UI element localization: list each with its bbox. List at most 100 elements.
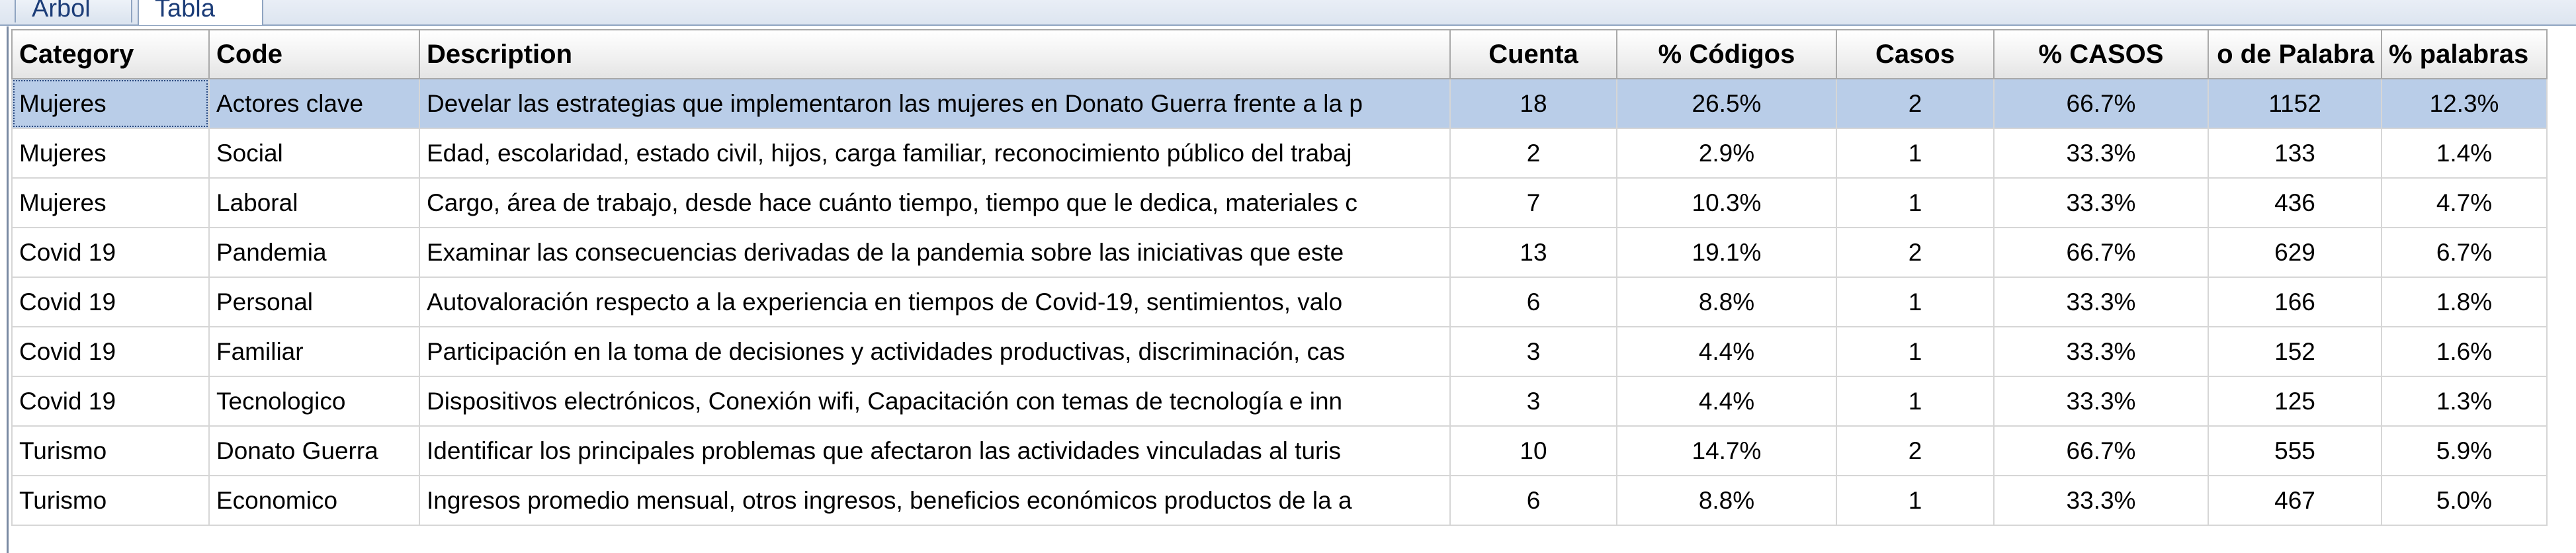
casos-cell: 1 — [1836, 326, 1995, 377]
table-body: Mujeres Actores clave Develar las estrateg… — [11, 78, 2548, 526]
casos-cell: 1 — [1836, 128, 1995, 179]
table-row[interactable]: Covid 19 Familiar Participación en la toma… — [11, 326, 2548, 377]
pct-palabras-cell: 12.3% — [2381, 78, 2548, 129]
category-cell: Mujeres — [11, 128, 210, 179]
description-cell: Examinar las consecuencias derivadas de … — [419, 227, 1451, 278]
pct-codigos-cell: 26.5% — [1616, 78, 1837, 129]
column-header-num-palabras[interactable]: o de Palabra — [2208, 29, 2382, 79]
num-palabras-cell: 629 — [2208, 227, 2382, 278]
description-cell: Participación en la toma de decisiones y… — [419, 326, 1451, 377]
casos-cell: 2 — [1836, 78, 1995, 129]
table-row[interactable]: Covid 19 Personal Autovaloración respecto … — [11, 276, 2548, 327]
column-header-code[interactable]: Code — [208, 29, 420, 79]
tab-tabla[interactable]: Tabla — [138, 0, 263, 25]
category-cell: Covid 19 — [11, 276, 210, 327]
code-cell: Economico — [208, 475, 420, 526]
num-palabras-cell: 133 — [2208, 128, 2382, 179]
cuenta-cell: 6 — [1449, 276, 1617, 327]
num-palabras-cell: 152 — [2208, 326, 2382, 377]
pct-casos-cell: 33.3% — [1993, 376, 2209, 427]
cuenta-cell: 10 — [1449, 425, 1617, 476]
category-cell: Covid 19 — [11, 376, 210, 427]
column-header-pct-codigos[interactable]: % Códigos — [1616, 29, 1837, 79]
pct-casos-cell: 33.3% — [1993, 326, 2209, 377]
cuenta-cell: 7 — [1449, 177, 1617, 228]
pct-codigos-cell: 10.3% — [1616, 177, 1837, 228]
cuenta-cell: 13 — [1449, 227, 1617, 278]
pct-palabras-cell: 4.7% — [2381, 177, 2548, 228]
casos-cell: 1 — [1836, 376, 1995, 427]
table-row[interactable]: Turismo Donato Guerra Identificar los prin… — [11, 425, 2548, 476]
pct-casos-cell: 33.3% — [1993, 177, 2209, 228]
pct-palabras-cell: 1.8% — [2381, 276, 2548, 327]
pct-casos-cell: 33.3% — [1993, 128, 2209, 179]
pct-palabras-cell: 1.3% — [2381, 376, 2548, 427]
app-window: Arbol Tabla Category Code Description Cu… — [0, 0, 2576, 553]
num-palabras-cell: 555 — [2208, 425, 2382, 476]
column-header-casos[interactable]: Casos — [1836, 29, 1995, 79]
pct-casos-cell: 33.3% — [1993, 475, 2209, 526]
num-palabras-cell: 125 — [2208, 376, 2382, 427]
cuenta-cell: 18 — [1449, 78, 1617, 129]
column-header-pct-casos[interactable]: % CASOS — [1993, 29, 2209, 79]
table-row[interactable]: Mujeres Actores clave Develar las estrateg… — [11, 78, 2548, 129]
category-cell: Covid 19 — [11, 227, 210, 278]
column-header-pct-palabras[interactable]: % palabras — [2381, 29, 2548, 79]
pct-casos-cell: 33.3% — [1993, 276, 2209, 327]
pct-palabras-cell: 5.0% — [2381, 475, 2548, 526]
column-header-num-palabras-label: o de Palabra — [2217, 39, 2374, 69]
pct-casos-cell: 66.7% — [1993, 227, 2209, 278]
casos-cell: 1 — [1836, 177, 1995, 228]
tab-arbol[interactable]: Arbol — [15, 0, 132, 22]
code-cell: Actores clave — [208, 78, 420, 129]
column-header-cuenta[interactable]: Cuenta — [1449, 29, 1617, 79]
description-cell: Ingresos promedio mensual, otros ingreso… — [419, 475, 1451, 526]
header-row: Category Code Description Cuenta % Códig… — [11, 29, 2548, 79]
casos-cell: 1 — [1836, 475, 1995, 526]
pct-codigos-cell: 14.7% — [1616, 425, 1837, 476]
pct-codigos-cell: 4.4% — [1616, 326, 1837, 377]
category-cell: Turismo — [11, 425, 210, 476]
cuenta-cell: 3 — [1449, 326, 1617, 377]
table-row[interactable]: Mujeres Laboral Cargo, área de trabajo, de… — [11, 177, 2548, 228]
table-row[interactable]: Turismo Economico Ingresos promedio mensua… — [11, 475, 2548, 526]
pct-palabras-cell: 5.9% — [2381, 425, 2548, 476]
table-row[interactable]: Covid 19 Pandemia Examinar las consecuenci… — [11, 227, 2548, 278]
pct-casos-cell: 66.7% — [1993, 78, 2209, 129]
category-cell: Turismo — [11, 475, 210, 526]
casos-cell: 2 — [1836, 227, 1995, 278]
tab-strip: Arbol Tabla — [0, 0, 2576, 26]
casos-cell: 1 — [1836, 276, 1995, 327]
description-cell: Autovaloración respecto a la experiencia… — [419, 276, 1451, 327]
pct-palabras-cell: 6.7% — [2381, 227, 2548, 278]
pct-codigos-cell: 2.9% — [1616, 128, 1837, 179]
code-cell: Donato Guerra — [208, 425, 420, 476]
num-palabras-cell: 1152 — [2208, 78, 2382, 129]
table-row[interactable]: Covid 19 Tecnologico Dispositivos electrón… — [11, 376, 2548, 427]
cuenta-cell: 3 — [1449, 376, 1617, 427]
code-cell: Laboral — [208, 177, 420, 228]
num-palabras-cell: 166 — [2208, 276, 2382, 327]
code-cell: Personal — [208, 276, 420, 327]
num-palabras-cell: 467 — [2208, 475, 2382, 526]
column-header-description[interactable]: Description — [419, 29, 1451, 79]
code-cell: Tecnologico — [208, 376, 420, 427]
casos-cell: 2 — [1836, 425, 1995, 476]
num-palabras-cell: 436 — [2208, 177, 2382, 228]
table-row[interactable]: Mujeres Social Edad, escolaridad, estado c… — [11, 128, 2548, 179]
pct-codigos-cell: 4.4% — [1616, 376, 1837, 427]
codes-table: Category Code Description Cuenta % Códig… — [11, 29, 2548, 526]
description-cell: Dispositivos electrónicos, Conexión wifi… — [419, 376, 1451, 427]
cuenta-cell: 2 — [1449, 128, 1617, 179]
description-cell: Edad, escolaridad, estado civil, hijos, … — [419, 128, 1451, 179]
pct-codigos-cell: 8.8% — [1616, 276, 1837, 327]
table-panel: Category Code Description Cuenta % Códig… — [7, 26, 2576, 553]
code-cell: Familiar — [208, 326, 420, 377]
code-cell: Social — [208, 128, 420, 179]
category-cell: Covid 19 — [11, 326, 210, 377]
pct-casos-cell: 66.7% — [1993, 425, 2209, 476]
code-cell: Pandemia — [208, 227, 420, 278]
column-header-category[interactable]: Category — [11, 29, 210, 79]
pct-codigos-cell: 8.8% — [1616, 475, 1837, 526]
description-cell: Identificar los principales problemas qu… — [419, 425, 1451, 476]
